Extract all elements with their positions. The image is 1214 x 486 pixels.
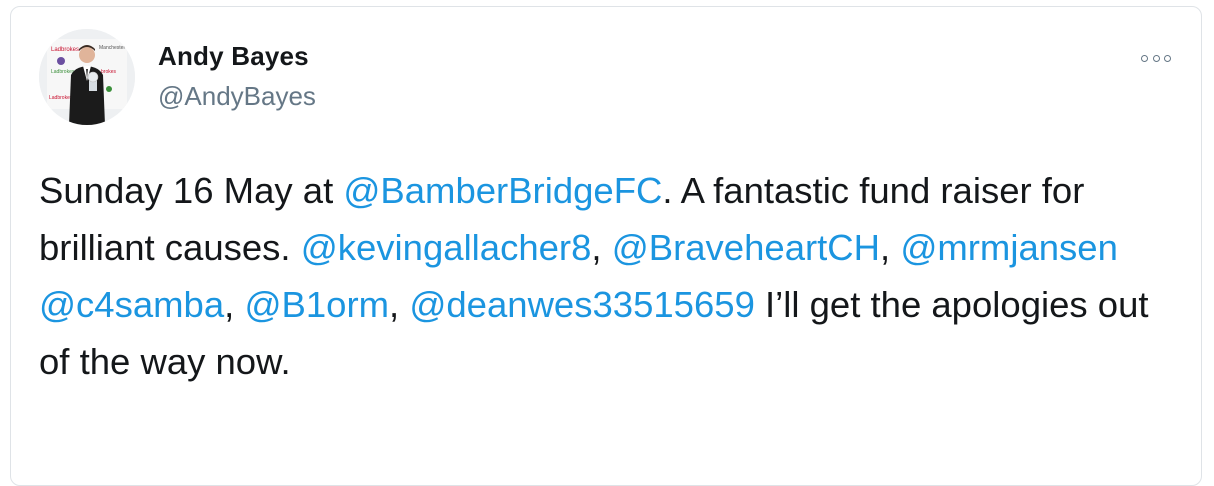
profile-photo-icon: Ladbrokes Manchester Ladbrokes brokes La…	[39, 29, 135, 125]
author-name[interactable]: Andy Bayes	[158, 41, 309, 72]
mention-link[interactable]: @c4samba	[39, 284, 224, 325]
more-options-icon[interactable]	[1141, 51, 1171, 65]
dot-icon	[1141, 54, 1148, 62]
mention-link[interactable]: @BraveheartCH	[612, 227, 880, 268]
mention-link[interactable]: @BamberBridgeFC	[343, 170, 662, 211]
author-handle[interactable]: @AndyBayes	[158, 81, 316, 112]
dot-icon	[1164, 54, 1171, 62]
mention-link[interactable]: @B1orm	[244, 284, 389, 325]
dot-icon	[1152, 54, 1160, 62]
mention-link[interactable]: @mrmjansen	[900, 227, 1118, 268]
tweet-text: Sunday 16 May at @BamberBridgeFC. A fant…	[39, 162, 1189, 390]
svg-text:Manchester: Manchester	[99, 45, 125, 51]
tweet-text-segment: ,	[880, 227, 901, 268]
svg-text:Ladbrokes: Ladbrokes	[51, 69, 75, 75]
tweet-text-segment: ,	[591, 227, 612, 268]
svg-text:brokes: brokes	[101, 69, 117, 75]
svg-text:Ladbrokes: Ladbrokes	[51, 47, 79, 53]
mention-link[interactable]: @deanwes33515659	[409, 284, 755, 325]
tweet-card: Ladbrokes Manchester Ladbrokes brokes La…	[10, 6, 1202, 486]
tweet-text-segment: Sunday 16 May at	[39, 170, 344, 211]
mention-link[interactable]: @kevingallacher8	[301, 227, 592, 268]
tweet-text-segment: ,	[389, 284, 410, 325]
tweet-text-segment: ,	[224, 284, 245, 325]
author-avatar[interactable]: Ladbrokes Manchester Ladbrokes brokes La…	[39, 29, 135, 125]
svg-text:Ladbrokes: Ladbrokes	[49, 95, 73, 101]
